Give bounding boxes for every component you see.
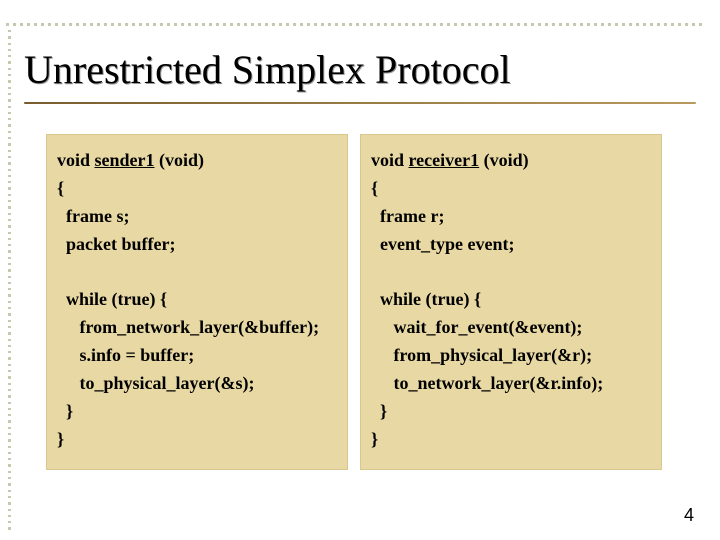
code-line: to_physical_layer(&s); xyxy=(57,370,337,398)
code-line: packet buffer; xyxy=(57,231,337,259)
code-line: while (true) { xyxy=(57,286,337,314)
fn-name-receiver: receiver1 xyxy=(409,150,480,170)
code-line xyxy=(371,259,651,287)
code-line: to_network_layer(&r.info); xyxy=(371,370,651,398)
code-line xyxy=(57,259,337,287)
code-line: } xyxy=(57,398,337,426)
code-line: } xyxy=(371,426,651,454)
code-line: from_network_layer(&buffer); xyxy=(57,314,337,342)
code-line: } xyxy=(57,426,337,454)
code-line: { xyxy=(371,175,651,203)
code-line: s.info = buffer; xyxy=(57,342,337,370)
fn-name-sender: sender1 xyxy=(95,150,155,170)
code-block-receiver: void receiver1 (void) { frame r; event_t… xyxy=(360,134,662,470)
code-line: from_physical_layer(&r); xyxy=(371,342,651,370)
page-number: 4 xyxy=(684,505,694,526)
code-line: frame s; xyxy=(57,203,337,231)
code-line: wait_for_event(&event); xyxy=(371,314,651,342)
code-line: { xyxy=(57,175,337,203)
code-line: } xyxy=(371,398,651,426)
code-line: event_type event; xyxy=(371,231,651,259)
slide-left-dots xyxy=(8,30,18,530)
title-underline xyxy=(24,102,696,104)
code-line: while (true) { xyxy=(371,286,651,314)
slide-title: Unrestricted Simplex Protocol xyxy=(24,46,511,93)
code-block-sender: void sender1 (void) { frame s; packet bu… xyxy=(46,134,348,470)
slide-top-dots xyxy=(0,0,720,26)
code-line: frame r; xyxy=(371,203,651,231)
